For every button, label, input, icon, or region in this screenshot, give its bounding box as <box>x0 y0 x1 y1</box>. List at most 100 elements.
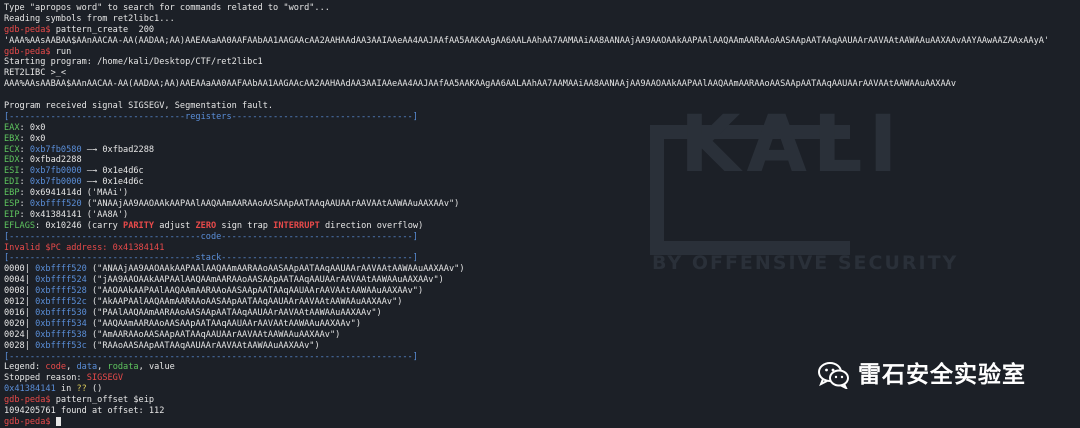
stack-address: 0xbffff534 <box>35 318 87 329</box>
register-value: 0xb7fb0580 <box>29 144 82 155</box>
stack-address: 0xbffff524 <box>35 275 87 286</box>
frame-symbol: ?? <box>76 384 87 395</box>
stack-value: ("PAAlAAQAAmAARAAoAASAApAATAAqAAUAArAAVA… <box>86 307 382 318</box>
register-arrow: —→ <box>81 177 103 188</box>
gdb-prompt: gdb-peda$ <box>4 46 51 57</box>
eflags-line: EFLAGS: 0x10246 (carry PARITY adjust ZER… <box>4 221 1076 232</box>
register-row: EDI: 0xb7fb0000 —→ 0x1e4d6c <box>4 177 144 188</box>
eflag-direction: direction <box>324 220 372 231</box>
stack-index: 0020| <box>4 318 30 329</box>
register-list: EAX: 0x0 EBX: 0x0 ECX: 0xb7fb0580 —→ 0xfba… <box>4 123 1076 221</box>
stack-row: 0024| 0xbffff538 ("AmAARAAoAASAApAATAAqA… <box>4 330 1076 341</box>
stack-row: 0028| 0xbffff53c ("RAAoAASAApAATAAqAAUAA… <box>4 341 1076 352</box>
separator-registers: [----------------------------------regis… <box>4 111 418 122</box>
stack-address: 0xbffff538 <box>35 329 87 340</box>
terminal-line: Reading symbols from ret2libc1... <box>4 13 175 24</box>
command-input-line[interactable]: gdb-peda$ <box>4 416 1076 428</box>
register-target: ("ANAAjAA9AAOAAkAAPAAlAAQAAmAARAAoAASAAp… <box>86 199 460 210</box>
register-row: EDX: 0xfbad2288 <box>4 155 82 166</box>
stack-value: ("ANAAjAA9AAOAAkAAPAAlAAQAAmAARAAoAASAAp… <box>86 264 465 275</box>
stopped-label: Stopped reason: <box>4 373 87 384</box>
register-name: EAX <box>4 122 20 133</box>
signal-message: Program received signal SIGSEGV, Segment… <box>4 101 274 112</box>
separator-code: [-------------------------------------co… <box>4 231 418 242</box>
stack-value: ("AmAARAAoAASAApAATAAqAAUAArAAVAAtAAWAAu… <box>86 329 341 340</box>
eflags-flags: carry PARITY adjust ZERO sign trap INTER… <box>92 221 418 231</box>
eflag-overflow: overflow <box>376 220 419 231</box>
register-row: ESP: 0xbffff520 ("ANAAjAA9AAOAAkAAPAAlAA… <box>4 199 460 210</box>
register-target: 0xfbad2288 <box>102 144 155 155</box>
legend-code: code <box>45 362 67 373</box>
terminal-line: gdb-peda$ run <box>4 47 1076 58</box>
register-row: EBX: 0x0 <box>4 133 46 144</box>
register-name: EDX <box>4 155 20 166</box>
register-value: 0x41384141 ('AA8A') <box>29 209 129 220</box>
register-arrow: —→ <box>81 144 103 155</box>
register-value: 0x6941414d ('MAAi') <box>29 188 129 199</box>
offset-result: 1094205761 found at offset: 112 <box>4 405 165 416</box>
register-name: EDI <box>4 177 20 188</box>
stack-row: 0016| 0xbffff530 ("PAAlAAQAAmAARAAoAASAA… <box>4 308 1076 319</box>
register-row: EIP: 0x41384141 ('AA8A') <box>4 209 129 220</box>
text-cursor <box>55 416 61 426</box>
stack-address: 0xbffff528 <box>35 286 87 297</box>
frame-address: 0x41384141 <box>4 384 56 395</box>
command-text: pattern_offset $eip <box>50 395 155 406</box>
register-value: 0x0 <box>29 122 46 133</box>
register-row: EAX: 0x0 <box>4 122 46 133</box>
legend-rodata: rodata <box>107 362 139 373</box>
register-arrow: —→ <box>81 166 103 177</box>
stack-index: 0000| <box>4 264 30 275</box>
stack-row: 0020| 0xbffff534 ("AAQAAmAARAAoAASAApAAT… <box>4 319 1076 330</box>
stack-value: ("jAA9AAOAAkAAPAAlAAQAAmAARAAoAASAApAATA… <box>86 275 444 286</box>
frame-args: () <box>86 384 103 395</box>
eflag-adjust: adjust <box>159 220 191 231</box>
stack-list: 0000| 0xbffff520 ("ANAAjAA9AAOAAkAAPAAlA… <box>4 264 1076 351</box>
command-text: pattern_create 200 <box>50 24 155 35</box>
frame-in: in <box>55 384 77 395</box>
terminal-line: Starting program: /home/kali/Desktop/CTF… <box>4 57 263 68</box>
register-row: ESI: 0xb7fb0000 —→ 0x1e4d6c <box>4 166 144 177</box>
terminal-line: AAA%AAsAABAA$AAnAACAA-AA(AADAA;AA)AAEAAa… <box>4 79 956 90</box>
stack-row: 0012| 0xbffff52c ("AkAAPAAlAAQAAmAARAAoA… <box>4 297 1076 308</box>
separator-stack: [------------------------------------sta… <box>4 253 418 264</box>
eflags-value: : 0x10246 ( <box>35 220 92 231</box>
stack-value: ("AAQAAmAARAAoAASAApAATAAqAAUAArAAVAAtAA… <box>86 318 362 329</box>
eflags-label: EFLAGS <box>4 220 36 231</box>
legend-value: value <box>148 362 175 373</box>
gdb-prompt: gdb-peda$ <box>4 395 51 406</box>
register-name: ESI <box>4 166 20 177</box>
register-name: EBX <box>4 133 20 144</box>
terminal-line: RET2LIBC >_< <box>4 68 67 79</box>
stack-index: 0016| <box>4 307 30 318</box>
register-name: ECX <box>4 144 20 155</box>
register-value: 0x0 <box>29 133 46 144</box>
register-name: EBP <box>4 188 20 199</box>
register-row: ECX: 0xb7fb0580 —→ 0xfbad2288 <box>4 144 155 155</box>
eflag-zero: ZERO <box>195 220 217 231</box>
stack-index: 0028| <box>4 340 30 351</box>
stack-value: ("AkAAPAAlAAQAAmAARAAoAASAApAATAAqAAUAAr… <box>86 297 403 308</box>
register-value: 0xbffff520 <box>29 199 82 210</box>
register-value: 0xb7fb0000 <box>29 177 82 188</box>
terminal-line: Type "apropos word" to search for comman… <box>4 3 330 13</box>
register-target: 0x1e4d6c <box>102 166 144 177</box>
stack-value: ("RAAoAASAApAATAAqAAUAArAAVAAtAAWAAuAAXA… <box>86 340 320 351</box>
register-row: EBP: 0x6941414d ('MAAi') <box>4 188 129 199</box>
stack-address: 0xbffff520 <box>35 264 87 275</box>
watermark: 雷石安全实验室 <box>818 356 1026 394</box>
terminal-line: gdb-peda$ pattern_offset $eip <box>4 395 1076 406</box>
stopped-value: SIGSEGV <box>86 373 124 384</box>
command-text: run <box>50 46 72 57</box>
stack-row: 0000| 0xbffff520 ("ANAAjAA9AAOAAkAAPAAlA… <box>4 264 1076 275</box>
register-value: 0xfbad2288 <box>29 155 82 166</box>
eflag-trap: trap <box>247 220 268 231</box>
invalid-pc-message: Invalid $PC address: 0x41384141 <box>4 242 165 253</box>
stack-index: 0012| <box>4 297 30 308</box>
stack-row: 0008| 0xbffff528 ("AAOAAkAAPAAlAAQAAmAAR… <box>4 286 1076 297</box>
stack-row: 0004| 0xbffff524 ("jAA9AAOAAkAAPAAlAAQAA… <box>4 275 1076 286</box>
stack-index: 0004| <box>4 275 30 286</box>
wechat-icon <box>818 362 849 389</box>
stack-index: 0008| <box>4 286 30 297</box>
